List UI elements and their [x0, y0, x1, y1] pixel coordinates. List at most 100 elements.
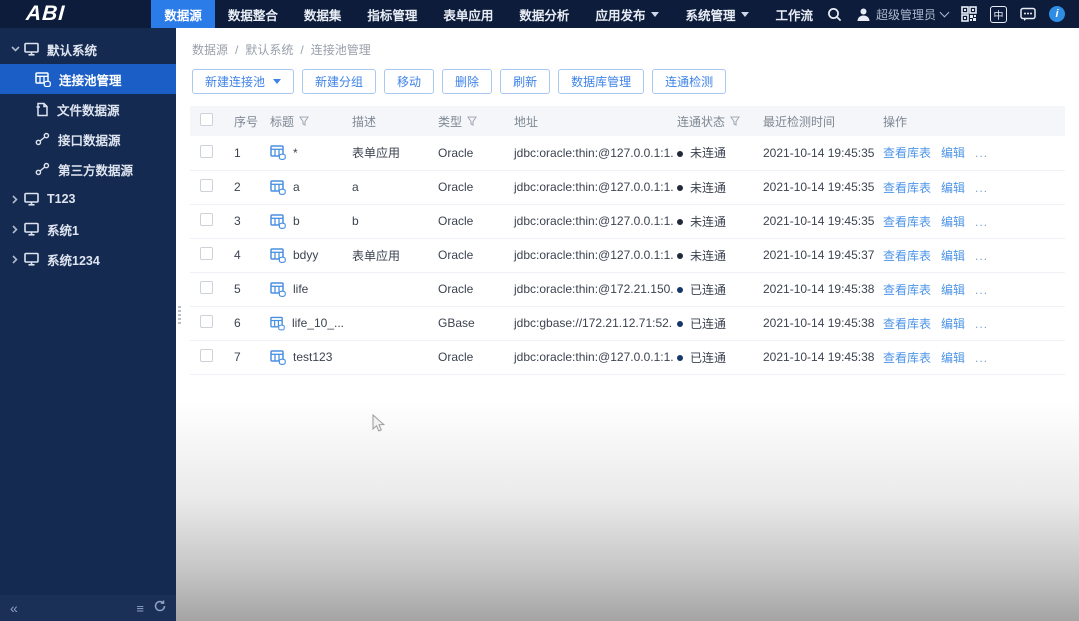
more-actions-link[interactable]: ...: [975, 351, 988, 365]
list-icon[interactable]: ≡: [136, 601, 144, 616]
message-icon[interactable]: [1019, 5, 1037, 23]
tab-datasource[interactable]: 数据源: [151, 0, 215, 28]
refresh-icon[interactable]: [154, 599, 166, 617]
view-tables-link[interactable]: 查看库表: [883, 283, 931, 297]
tab-app-publish[interactable]: 应用发布: [582, 0, 672, 28]
tab-data-integration[interactable]: 数据整合: [215, 0, 291, 28]
view-tables-link[interactable]: 查看库表: [883, 215, 931, 229]
chevron-expanded-icon[interactable]: [8, 46, 22, 52]
edit-link[interactable]: 编辑: [941, 351, 965, 365]
table-row[interactable]: 5 life Oracle jdbc:oracle:thin:@172.21.1…: [190, 272, 1065, 307]
table-row[interactable]: 3 b b Oracle jdbc:oracle:thin:@127.0.0.1…: [190, 204, 1065, 239]
row-checkbox[interactable]: [200, 281, 213, 294]
table-row[interactable]: 4 bdyy 表单应用 Oracle jdbc:oracle:thin:@127…: [190, 238, 1065, 273]
sidebar-item-t123[interactable]: T123: [0, 184, 176, 214]
new-group-button[interactable]: 新建分组: [302, 69, 377, 94]
db-mgmt-button[interactable]: 数据库管理: [558, 69, 645, 94]
status-dot-icon: [677, 287, 683, 294]
refresh-button[interactable]: 刷新: [500, 69, 551, 94]
row-title[interactable]: *: [293, 146, 298, 160]
sidebar-item-connection-pool-mgmt[interactable]: 连接池管理: [0, 64, 176, 94]
breadcrumb-connection-pool[interactable]: 连接池管理: [311, 41, 371, 58]
user-icon: [857, 8, 870, 21]
edit-link[interactable]: 编辑: [941, 283, 965, 297]
edit-link[interactable]: 编辑: [941, 249, 965, 263]
new-connection-pool-button[interactable]: 新建连接池: [192, 69, 295, 94]
panel-resize-grip[interactable]: [178, 306, 181, 324]
chevron-collapsed-icon[interactable]: [8, 194, 22, 204]
move-button[interactable]: 移动: [384, 69, 435, 94]
more-actions-link[interactable]: ...: [975, 283, 988, 297]
connection-pool-icon: [270, 213, 286, 229]
edit-link[interactable]: 编辑: [941, 317, 965, 331]
sidebar-item-api-datasource[interactable]: 接口数据源: [0, 124, 176, 154]
connection-pool-icon: [270, 145, 286, 161]
view-tables-link[interactable]: 查看库表: [883, 249, 931, 263]
filter-icon[interactable]: [730, 116, 741, 126]
row-title[interactable]: b: [293, 214, 300, 228]
sidebar-item-system1234[interactable]: 系统1234: [0, 244, 176, 274]
more-actions-link[interactable]: ...: [975, 146, 988, 160]
breadcrumb-default-system[interactable]: 默认系统: [245, 41, 293, 58]
tab-system-mgmt[interactable]: 系统管理: [672, 0, 762, 28]
button-label: 刷新: [513, 75, 538, 89]
qrcode-icon[interactable]: [960, 5, 978, 23]
view-tables-link[interactable]: 查看库表: [883, 317, 931, 331]
row-checkbox[interactable]: [200, 213, 213, 226]
row-title[interactable]: life_10_...: [292, 316, 344, 330]
tab-workflow[interactable]: 工作流: [762, 0, 826, 28]
table-row[interactable]: 6 life_10_... GBase jdbc:gbase://172.21.…: [190, 306, 1065, 341]
edit-link[interactable]: 编辑: [941, 146, 965, 160]
filter-icon[interactable]: [299, 116, 310, 126]
row-address: jdbc:oracle:thin:@127.0.0.1:1...: [510, 204, 673, 239]
edit-link[interactable]: 编辑: [941, 181, 965, 195]
row-checkbox[interactable]: [200, 247, 213, 260]
more-actions-link[interactable]: ...: [975, 317, 988, 331]
row-title[interactable]: test123: [293, 350, 332, 364]
select-all-checkbox[interactable]: [200, 113, 213, 126]
edit-link[interactable]: 编辑: [941, 215, 965, 229]
row-checkbox[interactable]: [200, 349, 213, 362]
info-icon[interactable]: i: [1049, 6, 1065, 22]
row-status: 已连通: [673, 306, 759, 341]
button-label: 删除: [455, 75, 480, 89]
search-icon[interactable]: [826, 5, 844, 23]
view-tables-link[interactable]: 查看库表: [883, 146, 931, 160]
table-row[interactable]: 1 * 表单应用 Oracle jdbc:oracle:thin:@127.0.…: [190, 136, 1065, 171]
connection-pool-icon: [35, 71, 51, 87]
row-title[interactable]: a: [293, 180, 300, 194]
row-title[interactable]: life: [293, 282, 308, 296]
row-checkbox[interactable]: [200, 179, 213, 192]
sidebar-item-system1[interactable]: 系统1: [0, 214, 176, 244]
tab-indicator-mgmt[interactable]: 指标管理: [354, 0, 430, 28]
row-title[interactable]: bdyy: [293, 248, 318, 262]
filter-icon[interactable]: [467, 116, 478, 126]
connection-pool-icon: [270, 247, 286, 263]
monitor-icon: [24, 222, 39, 236]
more-actions-link[interactable]: ...: [975, 181, 988, 195]
more-actions-link[interactable]: ...: [975, 249, 988, 263]
breadcrumb-datasource[interactable]: 数据源: [192, 41, 228, 58]
tab-data-analysis[interactable]: 数据分析: [506, 0, 582, 28]
user-menu[interactable]: 超级管理员: [856, 6, 950, 23]
sidebar-item-file-datasource[interactable]: 文件数据源: [0, 94, 176, 124]
tab-dataset[interactable]: 数据集: [291, 0, 355, 28]
delete-button[interactable]: 删除: [442, 69, 493, 94]
language-icon[interactable]: 中: [990, 5, 1007, 23]
view-tables-link[interactable]: 查看库表: [883, 351, 931, 365]
chevron-collapsed-icon[interactable]: [8, 224, 22, 234]
tab-form-app[interactable]: 表单应用: [430, 0, 506, 28]
row-checkbox[interactable]: [200, 144, 213, 158]
row-checkbox[interactable]: [200, 315, 213, 328]
view-tables-link[interactable]: 查看库表: [883, 181, 931, 195]
sidebar-item-default-system[interactable]: 默认系统: [0, 34, 176, 64]
sidebar-item-thirdparty-datasource[interactable]: 第三方数据源: [0, 154, 176, 184]
chevron-down-icon: [939, 7, 950, 18]
table-row[interactable]: 2 a a Oracle jdbc:oracle:thin:@127.0.0.1…: [190, 170, 1065, 205]
connectivity-check-button[interactable]: 连通检测: [652, 69, 727, 94]
collapse-sidebar-icon[interactable]: «: [10, 600, 18, 616]
more-actions-link[interactable]: ...: [975, 215, 988, 229]
connection-pool-icon: [270, 349, 286, 365]
table-row[interactable]: 7 test123 Oracle jdbc:oracle:thin:@127.0…: [190, 340, 1065, 375]
chevron-collapsed-icon[interactable]: [8, 254, 22, 264]
